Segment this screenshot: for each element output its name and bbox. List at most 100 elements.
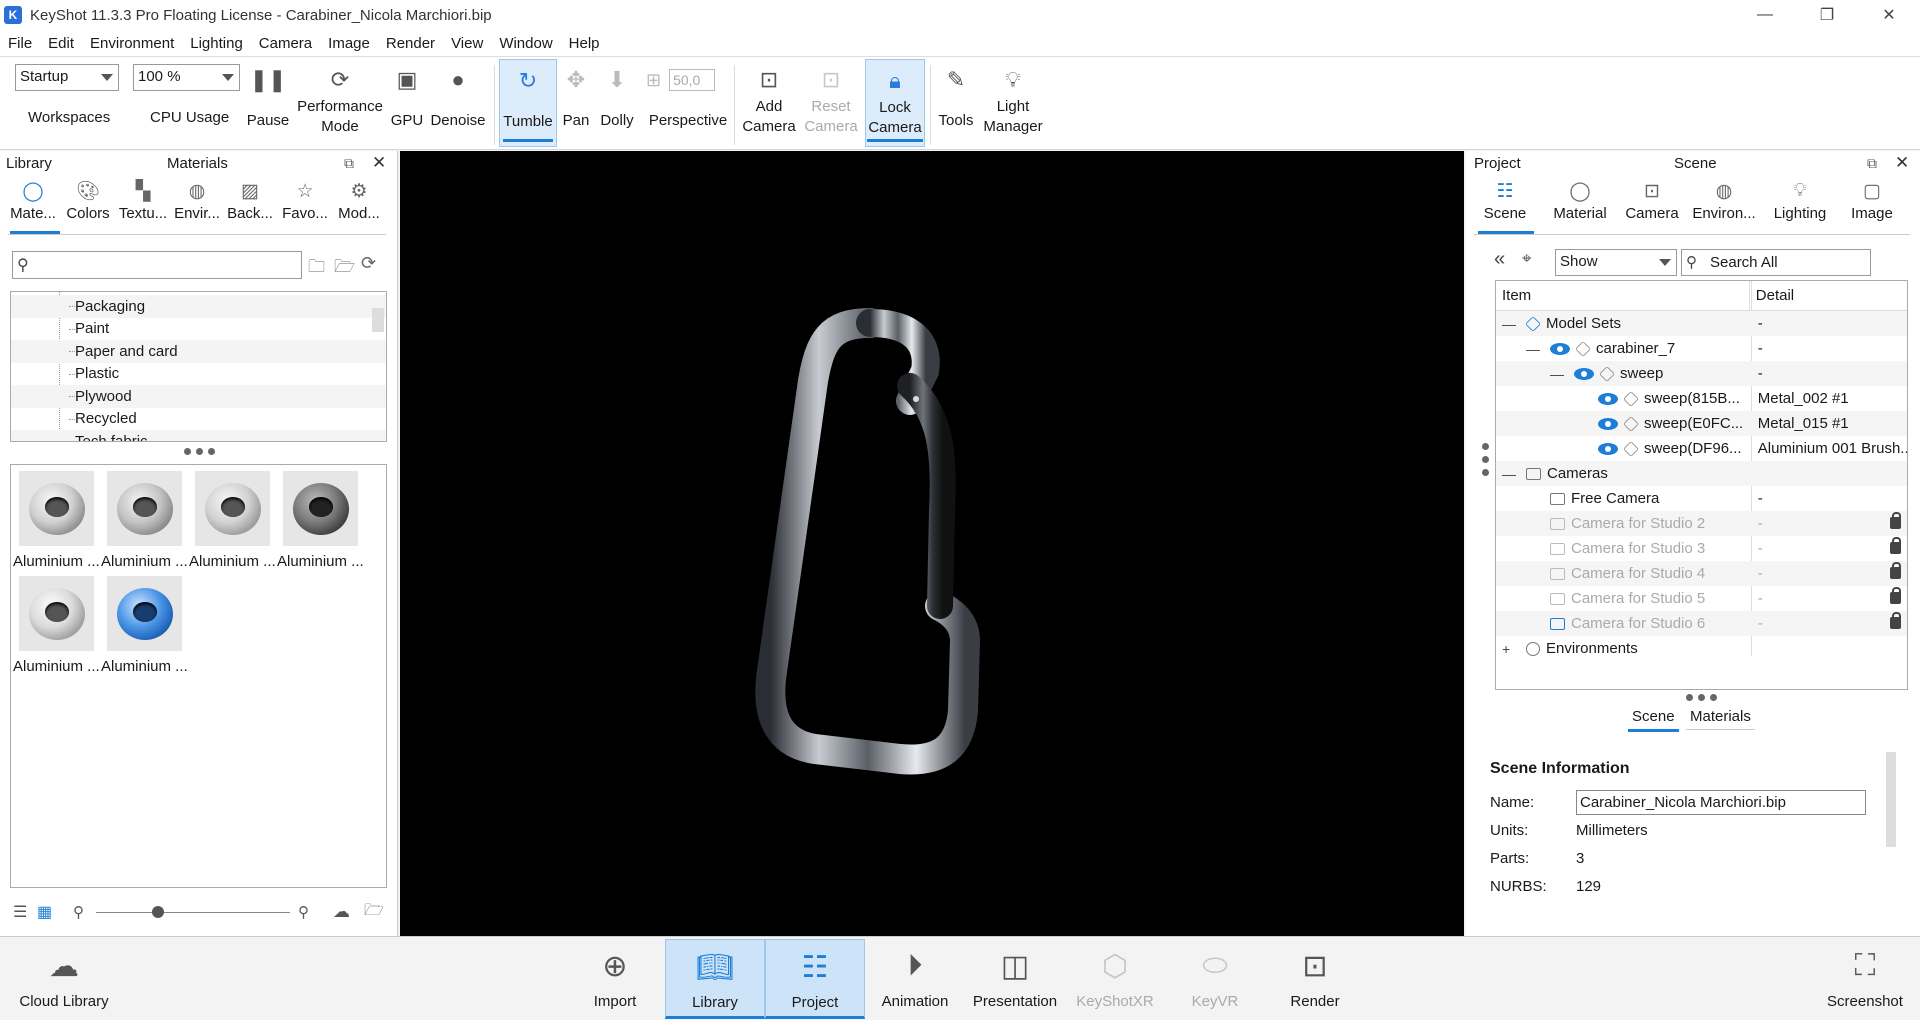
- zoom-in-icon[interactable]: ⚲: [298, 903, 309, 921]
- table-row[interactable]: sweep(DF96... Aluminium 001 Brush...: [1496, 436, 1907, 461]
- visibility-eye-icon[interactable]: [1598, 442, 1618, 455]
- material-thumbnail[interactable]: Aluminium ...: [13, 576, 101, 675]
- menu-edit[interactable]: Edit: [40, 35, 82, 52]
- subtab-scene[interactable]: Scene: [1628, 708, 1679, 732]
- denoise-button[interactable]: ● Denoise: [428, 59, 488, 147]
- keyshotxr-button[interactable]: ⬡ KeyShotXR: [1065, 939, 1165, 1019]
- refresh-icon[interactable]: ⟳: [361, 253, 376, 274]
- tools-button[interactable]: ✎ Tools: [934, 59, 978, 147]
- table-row[interactable]: — Cameras: [1496, 461, 1907, 486]
- light-manager-button[interactable]: 💡︎ Light Manager: [982, 59, 1044, 147]
- keyvr-button[interactable]: ⬭ KeyVR: [1165, 939, 1265, 1019]
- thumbnail-size-slider[interactable]: [96, 912, 290, 913]
- info-scrollbar-thumb[interactable]: [1886, 752, 1896, 847]
- tumble-button[interactable]: ↻ Tumble: [499, 59, 557, 147]
- subtab-materials[interactable]: Materials: [1686, 708, 1755, 730]
- tree-item-packaging[interactable]: Packaging: [11, 295, 386, 318]
- tab-textures[interactable]: ▚ Textu...: [118, 175, 168, 223]
- perspective-control[interactable]: ⊞ 50,0 Perspective: [646, 59, 730, 147]
- menu-lighting[interactable]: Lighting: [182, 35, 251, 52]
- material-thumbnail[interactable]: Aluminium ...: [101, 576, 189, 675]
- splitter-handle[interactable]: [1495, 694, 1908, 701]
- render-button[interactable]: ⊡ Render: [1265, 939, 1365, 1019]
- tab-materials[interactable]: ◯ Mate...: [10, 175, 56, 223]
- minimize-button[interactable]: —: [1734, 0, 1796, 30]
- tab-environment[interactable]: ◍ Environ...: [1692, 175, 1756, 223]
- menu-view[interactable]: View: [443, 35, 491, 52]
- table-row[interactable]: — Model Sets -: [1496, 311, 1907, 336]
- render-viewport[interactable]: [400, 151, 1464, 936]
- lock-icon[interactable]: [1890, 537, 1901, 554]
- menu-help[interactable]: Help: [561, 35, 608, 52]
- close-window-button[interactable]: ✕: [1858, 0, 1920, 30]
- gpu-button[interactable]: ▣ GPU: [388, 59, 426, 147]
- thumbnail-size-slider-handle[interactable]: [152, 906, 164, 918]
- table-row[interactable]: + Environments: [1496, 636, 1907, 661]
- tab-image[interactable]: ▢ Image: [1844, 175, 1900, 223]
- collapse-all-icon[interactable]: «: [1494, 248, 1505, 271]
- column-item[interactable]: Item: [1496, 281, 1750, 310]
- tab-models[interactable]: ⚙ Mod...: [334, 175, 384, 223]
- show-filter-select[interactable]: Show: [1555, 249, 1677, 276]
- visibility-eye-icon[interactable]: [1550, 342, 1570, 355]
- close-panel-icon[interactable]: ✕: [372, 153, 386, 173]
- performance-mode-button[interactable]: ⟳ Performance Mode: [296, 59, 384, 147]
- table-row[interactable]: Camera for Studio 6 -: [1496, 611, 1907, 636]
- add-folder-icon[interactable]: 🗀︎: [308, 254, 325, 283]
- menu-file[interactable]: File: [0, 35, 40, 52]
- splitter-handle[interactable]: [0, 448, 398, 455]
- screenshot-button[interactable]: ⛶ Screenshot: [1815, 939, 1915, 1019]
- undock-icon[interactable]: ⧉: [1867, 155, 1877, 172]
- grid-view-icon[interactable]: ▦: [37, 902, 52, 922]
- scene-search-input[interactable]: ⚲ Search All: [1681, 249, 1871, 276]
- scene-name-input[interactable]: Carabiner_Nicola Marchiori.bip: [1576, 789, 1866, 815]
- lock-camera-button[interactable]: 🔒︎ Lock Camera: [865, 59, 925, 147]
- import-button[interactable]: ⊕ Import: [565, 939, 665, 1019]
- tree-item-plywood[interactable]: Plywood: [11, 385, 386, 408]
- tree-item-paint[interactable]: Paint: [11, 318, 386, 341]
- material-thumbnail[interactable]: Aluminium ...: [13, 471, 101, 570]
- menu-camera[interactable]: Camera: [251, 35, 320, 52]
- pause-button[interactable]: ❚❚ Pause: [244, 59, 292, 147]
- tab-environments[interactable]: ◍ Envir...: [172, 175, 222, 223]
- cloud-library-button[interactable]: ☁ Cloud Library: [12, 939, 116, 1019]
- menu-environment[interactable]: Environment: [82, 35, 182, 52]
- material-thumbnail[interactable]: Aluminium ...: [277, 471, 365, 570]
- zoom-out-icon[interactable]: ⚲: [73, 903, 84, 921]
- reset-camera-button[interactable]: ⊡ Reset Camera: [801, 59, 861, 147]
- add-camera-button[interactable]: ⊡ Add Camera: [740, 59, 798, 147]
- table-row[interactable]: sweep(815B... Metal_002 #1: [1496, 386, 1907, 411]
- tree-item-tech-fabric[interactable]: Tech fabric: [11, 430, 386, 441]
- import-icon[interactable]: 🗁︎: [364, 899, 384, 926]
- tab-favorites[interactable]: ☆ Favo...: [280, 175, 330, 223]
- restore-button[interactable]: ❐: [1796, 0, 1858, 30]
- close-panel-icon[interactable]: ✕: [1895, 153, 1909, 173]
- dolly-button[interactable]: ⬇ Dolly: [596, 59, 638, 147]
- import-folder-icon[interactable]: 🗁︎: [334, 254, 355, 283]
- menu-render[interactable]: Render: [378, 35, 443, 52]
- workspace-select[interactable]: Startup: [15, 64, 119, 91]
- cpu-usage-select[interactable]: 100 %: [133, 64, 240, 91]
- lock-icon[interactable]: [1890, 612, 1901, 629]
- tab-camera[interactable]: ⊡ Camera: [1624, 175, 1680, 223]
- presentation-button[interactable]: ◫ Presentation: [965, 939, 1065, 1019]
- tree-item-plastic[interactable]: Plastic: [11, 363, 386, 386]
- tab-lighting[interactable]: 💡︎ Lighting: [1772, 175, 1828, 222]
- library-toggle-button[interactable]: 📖︎ Library: [665, 939, 765, 1019]
- tree-item-paper-and-card[interactable]: Paper and card: [11, 340, 386, 363]
- cloud-upload-icon[interactable]: ☁: [333, 902, 350, 922]
- table-row[interactable]: Free Camera -: [1496, 486, 1907, 511]
- lock-icon[interactable]: [1890, 512, 1901, 529]
- column-detail[interactable]: Detail: [1750, 281, 1907, 310]
- perspective-field[interactable]: 50,0: [669, 69, 716, 91]
- table-row[interactable]: Camera for Studio 3 -: [1496, 536, 1907, 561]
- table-row[interactable]: Camera for Studio 4 -: [1496, 561, 1907, 586]
- library-search-input[interactable]: ⚲: [12, 251, 302, 279]
- table-row[interactable]: — sweep -: [1496, 361, 1907, 386]
- menu-image[interactable]: Image: [320, 35, 378, 52]
- tab-backplates[interactable]: ▨ Back...: [225, 175, 275, 223]
- list-view-icon[interactable]: ☰: [13, 902, 27, 922]
- visibility-eye-icon[interactable]: [1598, 417, 1618, 430]
- tab-material[interactable]: ◯ Material: [1550, 175, 1610, 223]
- menu-window[interactable]: Window: [491, 35, 560, 52]
